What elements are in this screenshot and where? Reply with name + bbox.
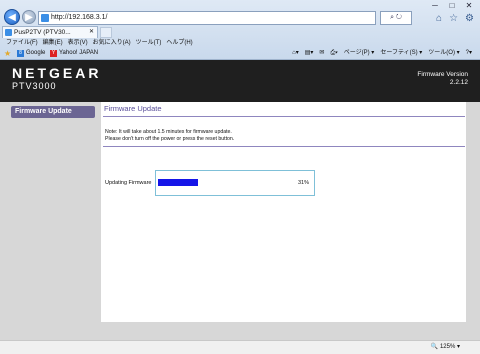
print-icon[interactable]: ⎙▾ [330, 48, 337, 59]
google-icon: 8 [17, 50, 24, 57]
browser-toolbar-icons: ⌂ ☆ ⚙ [436, 13, 474, 24]
zoom-level[interactable]: 🔍 125% ▾ [431, 341, 460, 354]
progress-track [158, 179, 286, 186]
favorite-yahoo[interactable]: Yahoo! JAPAN [59, 48, 98, 59]
status-bar: 🔍 125% ▾ [0, 340, 480, 354]
main-content [101, 102, 466, 322]
gear-icon[interactable]: ⚙ [465, 13, 474, 24]
note-line-1: Note: It will take about 1.5 minutes for… [105, 129, 232, 135]
address-url: http://192.168.3.1/ [51, 14, 108, 21]
menu-tools[interactable]: ツール(T) [136, 38, 162, 48]
address-bar[interactable]: http://192.168.3.1/ [38, 11, 376, 25]
back-button[interactable]: ◀ [4, 9, 20, 25]
sidebar-item-firmware-update[interactable]: Firmware Update [11, 106, 95, 118]
page-favicon-icon [41, 14, 49, 22]
model-name: PTV3000 [12, 81, 57, 91]
menu-file[interactable]: ファイル(F) [6, 38, 38, 48]
divider [103, 146, 465, 147]
window-controls: ─ □ ✕ [428, 1, 476, 11]
favorites-star-icon[interactable]: ★ [4, 49, 11, 58]
back-arrow-icon: ◀ [8, 11, 16, 23]
menu-view[interactable]: 表示(V) [68, 38, 88, 48]
favorites-star-icon[interactable]: ☆ [449, 13, 458, 24]
home-icon[interactable]: ⌂▾ [292, 48, 299, 59]
command-page[interactable]: ページ(P) ▾ [344, 48, 375, 59]
tab-close-icon[interactable]: ✕ [89, 27, 94, 38]
progress-label: Updating Firmware [105, 180, 152, 186]
zoom-icon: 🔍 [430, 344, 439, 350]
help-icon[interactable]: ?▾ [466, 48, 472, 59]
divider [103, 116, 465, 117]
progress-fill [158, 179, 198, 186]
tab-favicon-icon [5, 29, 12, 36]
mail-icon[interactable]: ✉ [319, 48, 324, 59]
page-title: Firmware Update [104, 104, 162, 113]
tab-title: PusP2TV (PTV30... [14, 29, 71, 36]
maximize-button[interactable]: □ [445, 1, 459, 11]
note-line-2: Please don't turn off the power or press… [105, 136, 235, 142]
menu-edit[interactable]: 編集(E) [43, 38, 63, 48]
command-bar: ⌂▾ ▤▾ ✉ ⎙▾ ページ(P) ▾ セーフティ(S) ▾ ツール(O) ▾ … [292, 48, 472, 59]
address-tools[interactable]: ⌕ ↻ [380, 11, 412, 25]
minimize-button[interactable]: ─ [428, 1, 442, 11]
home-icon[interactable]: ⌂ [436, 13, 442, 24]
new-tab-button[interactable] [100, 27, 112, 38]
favorite-google[interactable]: Google [26, 48, 45, 59]
netgear-header: NETGEAR PTV3000 Firmware Version 2.2.12 [0, 60, 480, 102]
command-safety[interactable]: セーフティ(S) ▾ [380, 48, 422, 59]
menu-bar: ファイル(F) 編集(E) 表示(V) お気に入り(A) ツール(T) ヘルプ(… [0, 38, 480, 48]
feeds-icon[interactable]: ▤▾ [305, 48, 314, 59]
progress-percent: 31% [298, 180, 310, 186]
menu-favorites[interactable]: お気に入り(A) [93, 38, 131, 48]
browser-tab[interactable]: PusP2TV (PTV30... ✕ [2, 26, 98, 38]
yahoo-icon: Y [50, 50, 57, 57]
menu-help[interactable]: ヘルプ(H) [166, 38, 192, 48]
refresh-icon[interactable]: ↻ [396, 14, 402, 21]
forward-button[interactable]: ▶ [22, 10, 36, 24]
close-button[interactable]: ✕ [462, 1, 476, 11]
brand-logo: NETGEAR [12, 65, 102, 81]
forward-arrow-icon: ▶ [25, 11, 33, 23]
search-icon[interactable]: ⌕ [390, 14, 394, 21]
firmware-version-label: Firmware Version [417, 71, 468, 78]
command-tools[interactable]: ツール(O) ▾ [428, 48, 459, 59]
firmware-version-value: 2.2.12 [449, 79, 468, 86]
